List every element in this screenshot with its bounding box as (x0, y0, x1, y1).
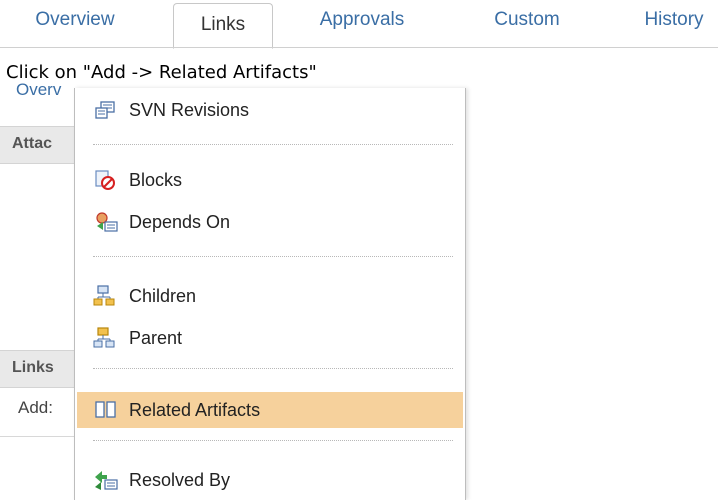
menu-separator (93, 256, 453, 257)
children-icon (93, 285, 119, 307)
menu-item-depends-on[interactable]: Depends On (75, 204, 465, 240)
menu-item-parent[interactable]: Parent (75, 320, 465, 356)
add-label: Add: (18, 398, 53, 417)
menu-separator (93, 368, 453, 369)
tab-links[interactable]: Links (173, 3, 273, 49)
instruction-text: Click on "Add -> Related Artifacts" (6, 62, 317, 83)
menu-separator (93, 440, 453, 441)
menu-item-label: Related Artifacts (129, 399, 261, 420)
menu-item-svn-revisions[interactable]: SVN Revisions (75, 92, 465, 128)
tab-approvals[interactable]: Approvals (300, 0, 424, 40)
menu-separator (93, 144, 453, 145)
overview-link-peek[interactable]: Overv (16, 80, 61, 100)
menu-item-label: SVN Revisions (129, 99, 250, 120)
menu-item-resolved-by[interactable]: Resolved By (75, 462, 465, 498)
menu-item-label: Parent (129, 327, 183, 348)
tab-bar: Overview Links Approvals Custom History (0, 0, 718, 49)
links-section-title: Links (12, 359, 54, 376)
menu-item-blocks[interactable]: Blocks (75, 162, 465, 198)
links-divider (0, 436, 74, 437)
resolved-by-icon (93, 469, 119, 491)
menu-item-label: Resolved By (129, 469, 231, 490)
tab-divider (0, 47, 718, 48)
menu-item-children[interactable]: Children (75, 278, 465, 314)
menu-item-label: Children (129, 285, 197, 306)
menu-item-label: Depends On (129, 211, 231, 232)
menu-item-label: Blocks (129, 169, 183, 190)
svn-revisions-icon (93, 99, 119, 121)
attachments-section-title: Attac (12, 135, 53, 152)
blocks-icon (93, 169, 119, 191)
tab-history[interactable]: History (630, 0, 718, 40)
tab-custom[interactable]: Custom (477, 0, 577, 40)
parent-icon (93, 327, 119, 349)
depends-on-icon (93, 211, 119, 233)
related-artifacts-icon (93, 399, 119, 421)
menu-item-related-artifacts[interactable]: Related Artifacts (77, 392, 463, 428)
tab-overview[interactable]: Overview (20, 0, 130, 40)
add-link-menu: SVN Revisions Blocks Depends On Children… (74, 88, 466, 500)
